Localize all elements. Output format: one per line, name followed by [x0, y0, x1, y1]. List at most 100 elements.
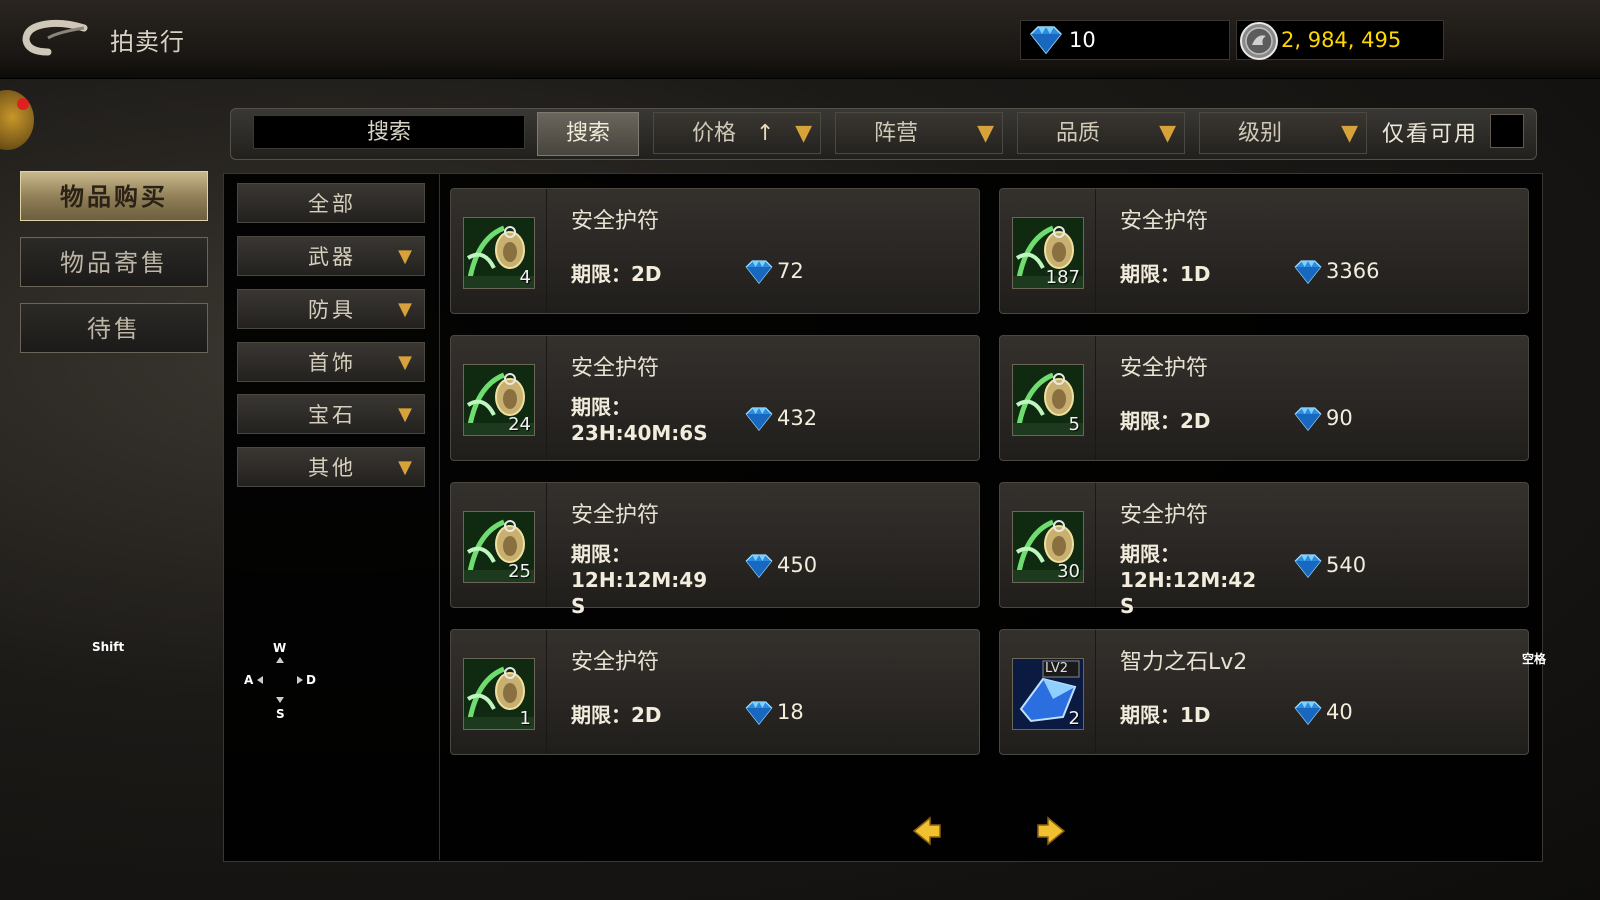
prev-page-arrow-icon[interactable]	[912, 815, 944, 847]
notification-dot	[17, 98, 29, 110]
auction-item-card[interactable]: 187 安全护符期限：1D 3366	[999, 188, 1529, 314]
card-divider	[546, 336, 547, 460]
card-divider	[1095, 630, 1096, 754]
item-quantity: 25	[508, 561, 531, 582]
auction-item-card[interactable]: 5 安全护符 期限：2D 90	[999, 335, 1529, 461]
item-duration: 期限：1D	[1120, 262, 1211, 286]
item-price: 540	[1294, 553, 1367, 578]
key-hint-w: W	[273, 641, 287, 655]
item-price-value: 432	[777, 406, 818, 430]
chevron-down-icon: ▼	[398, 352, 412, 373]
item-price: 18	[745, 700, 804, 725]
category-divider	[439, 173, 440, 860]
diamond-count: 10	[1069, 28, 1096, 52]
back-button[interactable]	[18, 18, 90, 58]
diamond-icon	[1292, 259, 1324, 290]
diamond-icon	[743, 553, 775, 584]
chevron-down-icon: ▼	[398, 299, 412, 320]
nav-pending-sale[interactable]: 待售	[20, 303, 208, 353]
item-quantity: 5	[1068, 414, 1080, 435]
nav-consign-items[interactable]: 物品寄售	[20, 237, 208, 287]
item-name: 安全护符	[571, 650, 660, 675]
diamond-icon	[1029, 26, 1063, 55]
diamond-icon	[1292, 700, 1324, 731]
item-price: 40	[1294, 700, 1353, 725]
search-button[interactable]: 搜索	[537, 112, 639, 156]
item-name: 安全护符	[571, 209, 660, 234]
chevron-down-icon: ▼	[1341, 121, 1358, 146]
silver-count: 2, 984, 495	[1281, 28, 1402, 52]
diamond-icon	[743, 700, 775, 731]
item-duration: 期限： 12H:12M:42 S	[1120, 542, 1257, 618]
search-input[interactable]	[253, 115, 525, 149]
next-page-arrow-icon[interactable]	[1034, 815, 1066, 847]
card-divider	[1095, 483, 1096, 607]
chevron-down-icon: ▼	[795, 121, 812, 146]
item-name: 安全护符	[1120, 209, 1209, 234]
category-weapons[interactable]: 武器 ▼	[237, 236, 425, 276]
key-hint-d: D	[306, 673, 316, 687]
item-duration: 期限：2D	[1120, 409, 1211, 433]
category-label: 全部	[308, 192, 356, 216]
item-name: 安全护符	[1120, 356, 1209, 381]
item-price-value: 18	[777, 700, 804, 724]
card-divider	[1095, 189, 1096, 313]
silver-balance: 2, 984, 495	[1236, 20, 1444, 60]
diamond-icon	[743, 406, 775, 437]
item-price: 450	[745, 553, 818, 578]
nav-buy-items[interactable]: 物品购买	[20, 171, 208, 221]
amulet-icon: 24	[463, 364, 535, 436]
item-quantity: 187	[1045, 267, 1080, 288]
item-quantity: 24	[508, 414, 531, 435]
auction-item-card[interactable]: 25 安全护符期限： 12H:12M:49 S 450	[450, 482, 980, 618]
item-duration: 期限： 23H:40M:6S	[571, 395, 708, 445]
auction-item-card[interactable]: 30 安全护符 期限： 12H:12M:42 S 540	[999, 482, 1529, 618]
filter-faction-label: 阵营	[873, 121, 918, 146]
item-quantity: 30	[1057, 561, 1080, 582]
item-price-value: 540	[1326, 553, 1367, 577]
filter-level-label: 级别	[1237, 121, 1282, 146]
key-hint-a: A	[244, 673, 254, 687]
item-price: 3366	[1294, 259, 1379, 284]
item-price: 432	[745, 406, 818, 431]
silver-coin-icon	[1240, 22, 1278, 60]
item-quantity: 1	[519, 708, 531, 729]
diamond-icon	[743, 259, 775, 290]
card-divider	[1095, 336, 1096, 460]
chevron-down-icon: ▼	[398, 404, 412, 425]
item-duration: 期限：2D	[571, 262, 662, 286]
auction-item-card[interactable]: 24 安全护符期限： 23H:40M:6S 432	[450, 335, 980, 461]
auction-item-card[interactable]: 1 安全护符期限：2D 18	[450, 629, 980, 755]
category-jewelry[interactable]: 首饰 ▼	[237, 342, 425, 382]
intelligence-stone-icon: LV2 2	[1012, 658, 1084, 730]
filter-faction[interactable]: 阵营 ▼	[835, 112, 1003, 154]
category-gems[interactable]: 宝石 ▼	[237, 394, 425, 434]
item-price-value: 450	[777, 553, 818, 577]
category-all[interactable]: 全部	[237, 183, 425, 223]
item-name: 安全护符	[571, 356, 660, 381]
sort-up-arrow-icon: ↑	[756, 121, 775, 146]
auction-item-card[interactable]: LV2 2 智力之石Lv2 期限：1D 40	[999, 629, 1529, 755]
card-divider	[546, 189, 547, 313]
amulet-icon: 5	[1012, 364, 1084, 436]
card-divider	[546, 630, 547, 754]
category-armor[interactable]: 防具 ▼	[237, 289, 425, 329]
item-duration: 期限：1D	[1120, 703, 1211, 727]
item-duration: 期限：2D	[571, 703, 662, 727]
category-other[interactable]: 其他 ▼	[237, 447, 425, 487]
back-arrow-icon	[22, 19, 88, 56]
filter-level[interactable]: 级别 ▼	[1199, 112, 1367, 154]
key-hint-s: S	[276, 707, 285, 721]
filter-quality[interactable]: 品质 ▼	[1017, 112, 1185, 154]
only-available-checkbox[interactable]	[1490, 114, 1524, 148]
item-duration: 期限： 12H:12M:49 S	[571, 542, 708, 618]
level-badge[interactable]	[0, 90, 34, 150]
amulet-icon: 1	[463, 658, 535, 730]
item-price: 72	[745, 259, 804, 284]
item-price-value: 72	[777, 259, 804, 283]
auction-item-card[interactable]: 4 安全护符 期限：2D 72	[450, 188, 980, 314]
amulet-icon: 187	[1012, 217, 1084, 289]
item-name: 安全护符	[571, 503, 660, 528]
diamond-icon	[1292, 406, 1324, 437]
filter-price[interactable]: 价格 ↑ ▼	[653, 112, 821, 154]
